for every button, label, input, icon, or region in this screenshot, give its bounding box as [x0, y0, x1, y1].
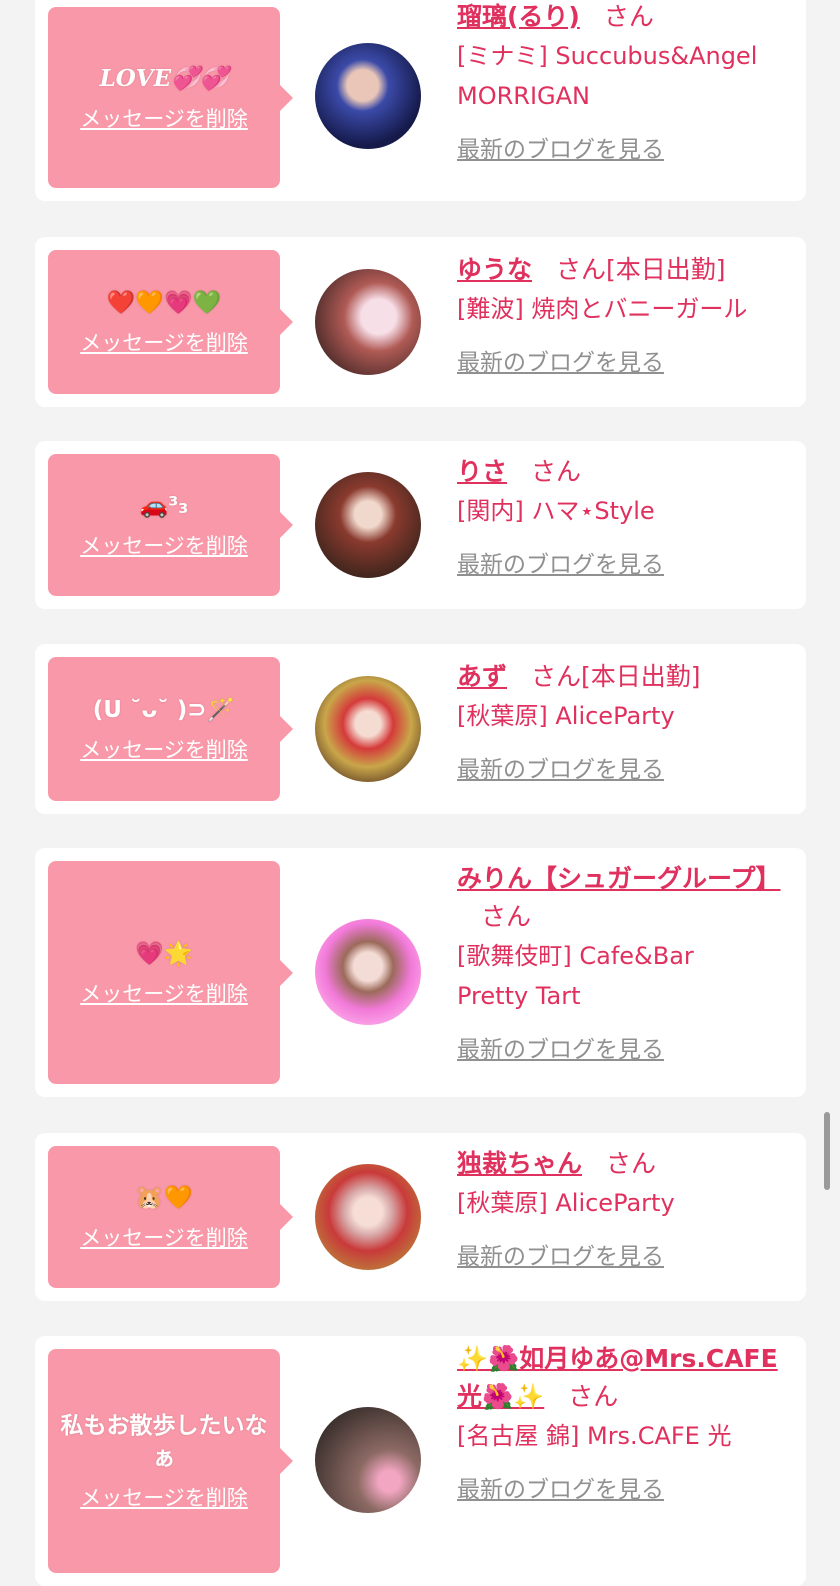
latest-blog-link[interactable]: 最新のブログを見る	[457, 1030, 664, 1064]
message-bubble: 𝑳𝑶𝑽𝑬💞💞 メッセージを削除	[48, 7, 293, 188]
shop-info: [秋葉原] AliceParty	[457, 702, 675, 730]
honorific: さん	[531, 662, 582, 691]
honorific: さん	[531, 457, 582, 486]
attendance-status: [本日出勤]	[581, 662, 701, 691]
message-bubble: (U ˘ᴗ˘ )⊃🪄 メッセージを削除	[48, 657, 293, 801]
message-text: ❤️🧡💗💚	[106, 290, 222, 316]
cast-name-link[interactable]: 独裁ちゃん	[457, 1149, 582, 1178]
favorite-card: 🐹🧡 メッセージを削除 独裁ちゃん さん [秋葉原] AliceParty 最新の…	[35, 1133, 806, 1301]
delete-message-link[interactable]: メッセージを削除	[80, 1482, 248, 1512]
favorite-card: ❤️🧡💗💚 メッセージを削除 ゆうな さん[本日出勤] [難波] 焼肉とバニーガー…	[35, 237, 806, 407]
avatar[interactable]	[315, 1164, 421, 1270]
message-text: 𝑳𝑶𝑽𝑬💞💞	[99, 64, 229, 92]
delete-message-link[interactable]: メッセージを削除	[80, 327, 248, 357]
cast-name-link[interactable]: ゆうな	[457, 255, 532, 284]
shop-info: [名古屋 錦] Mrs.CAFE 光	[457, 1422, 732, 1450]
delete-message-link[interactable]: メッセージを削除	[80, 978, 248, 1008]
cast-name-link[interactable]: あず	[457, 662, 507, 691]
favorite-card: 🚗³₃ メッセージを削除 りさ さん [関内] ハマ⋆Style 最新のブログを見…	[35, 441, 806, 609]
avatar[interactable]	[315, 919, 421, 1025]
message-bubble: 💗🌟 メッセージを削除	[48, 861, 293, 1084]
latest-blog-link[interactable]: 最新のブログを見る	[457, 130, 664, 164]
avatar[interactable]	[315, 43, 421, 149]
honorific: さん	[481, 902, 532, 931]
shop-info: [歌舞伎町] Cafe&Bar Pretty Tart	[457, 942, 694, 1010]
cast-name-link[interactable]: 瑠璃(るり)	[457, 2, 580, 31]
favorite-card: (U ˘ᴗ˘ )⊃🪄 メッセージを削除 あず さん[本日出勤] [秋葉原] Ali…	[35, 644, 806, 814]
honorific: さん	[606, 1149, 657, 1178]
shop-info: [難波] 焼肉とバニーガール	[457, 295, 748, 323]
avatar[interactable]	[315, 472, 421, 578]
message-text: 💗🌟	[135, 940, 193, 967]
honorific: さん	[568, 1382, 619, 1411]
message-bubble: 私もお散歩したいなぁ メッセージを削除	[48, 1349, 293, 1573]
delete-message-link[interactable]: メッセージを削除	[80, 1222, 248, 1252]
avatar[interactable]	[315, 676, 421, 782]
attendance-status: [本日出勤]	[606, 255, 726, 284]
message-text: 私もお散歩したいなぁ	[60, 1413, 268, 1471]
message-bubble: 🐹🧡 メッセージを削除	[48, 1146, 293, 1288]
delete-message-link[interactable]: メッセージを削除	[80, 103, 248, 133]
cast-name-link[interactable]: りさ	[457, 457, 507, 486]
message-bubble: ❤️🧡💗💚 メッセージを削除	[48, 250, 293, 394]
latest-blog-link[interactable]: 最新のブログを見る	[457, 750, 664, 784]
shop-info: [秋葉原] AliceParty	[457, 1189, 675, 1217]
latest-blog-link[interactable]: 最新のブログを見る	[457, 1237, 664, 1271]
avatar[interactable]	[315, 269, 421, 375]
scrollbar[interactable]	[824, 1112, 830, 1190]
shop-info: [ミナミ] Succubus&Angel MORRIGAN	[457, 42, 758, 110]
honorific: さん	[603, 2, 654, 31]
shop-info: [関内] ハマ⋆Style	[457, 497, 655, 525]
message-text: 🚗³₃	[139, 493, 189, 519]
message-bubble: 🚗³₃ メッセージを削除	[48, 454, 293, 596]
honorific: さん	[556, 255, 607, 284]
message-text: (U ˘ᴗ˘ )⊃🪄	[92, 697, 236, 723]
delete-message-link[interactable]: メッセージを削除	[80, 530, 248, 560]
latest-blog-link[interactable]: 最新のブログを見る	[457, 343, 664, 377]
message-text: 🐹🧡	[135, 1185, 193, 1211]
favorite-card: 𝑳𝑶𝑽𝑬💞💞 メッセージを削除 瑠璃(るり) さん [ミナミ] Succubus&…	[35, 0, 806, 201]
delete-message-link[interactable]: メッセージを削除	[80, 734, 248, 764]
favorite-card: 私もお散歩したいなぁ メッセージを削除 ✨🌺如月ゆあ@Mrs.CAFE光🌺✨ さん…	[35, 1336, 806, 1586]
avatar[interactable]	[315, 1407, 421, 1513]
latest-blog-link[interactable]: 最新のブログを見る	[457, 545, 664, 579]
latest-blog-link[interactable]: 最新のブログを見る	[457, 1470, 664, 1504]
cast-name-link[interactable]: みりん【シュガーグループ】	[457, 864, 781, 893]
favorite-card: 💗🌟 メッセージを削除 みりん【シュガーグループ】さん [歌舞伎町] Cafe&…	[35, 848, 806, 1097]
